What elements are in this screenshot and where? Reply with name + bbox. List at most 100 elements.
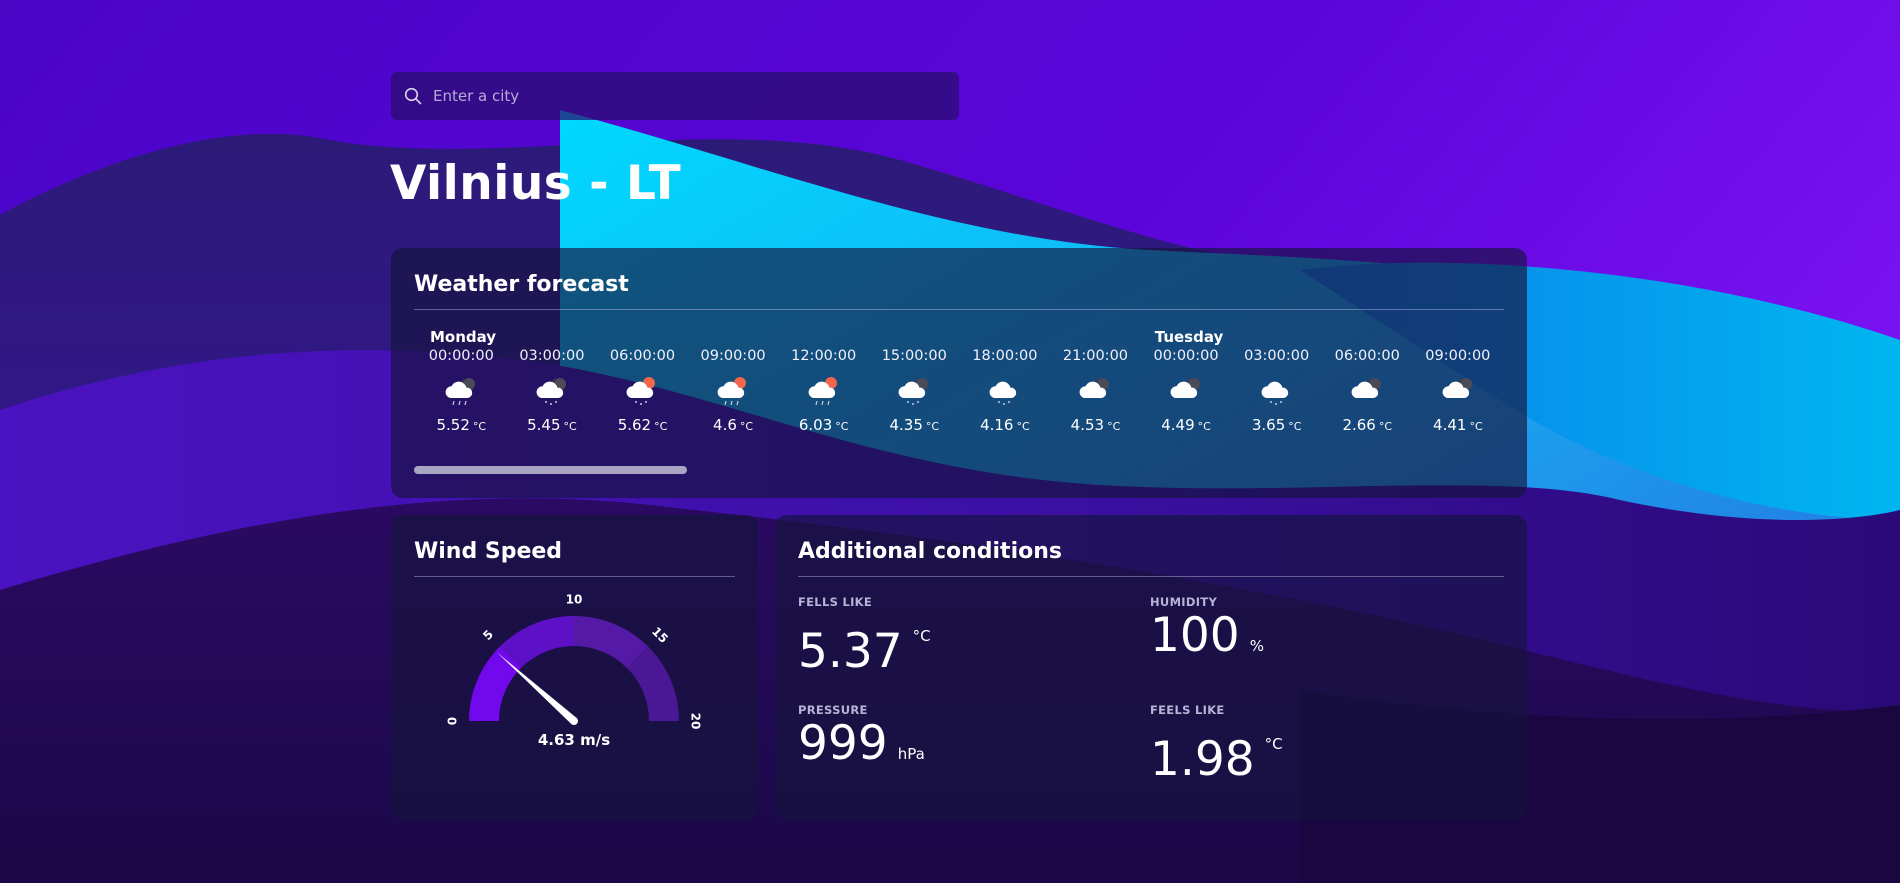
- forecast-scrollbar[interactable]: [414, 466, 1504, 475]
- forecast-temp-row: 4.41 °C: [1413, 416, 1504, 434]
- wind-speed-card: Wind Speed 0 5 10 15 20 4.63 m/s: [391, 515, 758, 820]
- forecast-temp: 4.6: [713, 416, 737, 434]
- forecast-temp: 3.65: [1251, 416, 1286, 434]
- pressure-item: PRESSURE 999 hPa: [798, 703, 925, 781]
- pressure-value-row: 999 hPa: [798, 717, 925, 781]
- cloud-sun-snow-icon: [597, 372, 688, 408]
- cloud-snow-icon: [960, 372, 1051, 408]
- forecast-temp-unit: °C: [1197, 420, 1211, 433]
- forecast-day-label: [597, 328, 688, 348]
- feels-like-value-row: 5.37 °C: [798, 609, 931, 679]
- gauge-tick-label: 10: [566, 593, 583, 607]
- feels-like-2-unit: °C: [1264, 735, 1283, 753]
- forecast-temp: 4.53: [1070, 416, 1105, 434]
- gauge-tick-label: 15: [649, 624, 671, 646]
- humidity-unit: %: [1249, 637, 1264, 655]
- forecast-temp-unit: °C: [925, 420, 940, 433]
- forecast-day-label: [1322, 328, 1413, 348]
- forecast-temp-row: 5.45 °C: [507, 416, 598, 434]
- forecast-day-label: [1231, 328, 1322, 348]
- forecast-slot: 03:00:00 5.45 °C: [507, 328, 598, 434]
- forecast-temp-unit: °C: [739, 420, 754, 433]
- cloud-snow-icon: [1231, 372, 1322, 408]
- forecast-slot: 06:00:00 2.66 °C: [1322, 328, 1413, 434]
- forecast-temp-unit: °C: [1469, 420, 1483, 433]
- cloud-night-icon: [1322, 372, 1413, 408]
- pressure-value: 999: [798, 716, 888, 771]
- forecast-temp-row: 5.52 °C: [416, 416, 507, 434]
- forecast-day-label: [1413, 328, 1504, 348]
- forecast-temp: 6.03: [798, 416, 833, 434]
- forecast-time: 03:00:00: [1244, 348, 1310, 364]
- feels-like-2-value-row: 1.98 °C: [1150, 717, 1283, 787]
- city-search-input[interactable]: [431, 86, 935, 106]
- forecast-time: 21:00:00: [1062, 348, 1129, 364]
- gauge-tick-label: 20: [689, 713, 703, 730]
- forecast-temp: 4.49: [1161, 416, 1195, 434]
- forecast-time: 18:00:00: [972, 348, 1038, 364]
- cloud-night-icon: [1050, 372, 1141, 408]
- forecast-temp-row: 4.35 °C: [869, 416, 960, 434]
- forecast-time: 06:00:00: [1334, 348, 1400, 364]
- pressure-label: PRESSURE: [798, 703, 868, 717]
- forecast-temp-row: 3.65 °C: [1231, 416, 1322, 434]
- weather-forecast-card: Weather forecast Monday 00:00:00 5.52 °C 03:…: [391, 248, 1527, 498]
- search-icon: [403, 86, 423, 106]
- forecast-time: 00:00:00: [428, 348, 494, 364]
- city-title: Vilnius - LT: [390, 156, 682, 211]
- cloud-night-icon: [1141, 372, 1232, 408]
- forecast-temp-unit: °C: [835, 420, 849, 433]
- feels-like-unit: °C: [912, 627, 931, 645]
- search-bar[interactable]: [391, 72, 959, 120]
- feels-like-2-label: FEELS LIKE: [1150, 703, 1225, 717]
- gauge-needle: [497, 652, 577, 724]
- gauge-tick-label: 0: [446, 717, 460, 725]
- cloud-night-snow-icon: [507, 372, 598, 408]
- forecast-day-label: [869, 328, 960, 348]
- forecast-temp-row: 5.62 °C: [597, 416, 688, 434]
- forecast-slot: 06:00:00 5.62 °C: [597, 328, 688, 434]
- forecast-time: 00:00:00: [1153, 348, 1219, 364]
- humidity-item: HUMIDITY 100%: [1150, 595, 1264, 673]
- forecast-day-label: [778, 328, 869, 348]
- forecast-temp-unit: °C: [563, 420, 577, 433]
- wind-speed-value: 4.63 m/s: [538, 731, 610, 749]
- forecast-temp-unit: °C: [472, 420, 487, 433]
- forecast-scrollbar-thumb[interactable]: [414, 466, 687, 474]
- forecast-time: 12:00:00: [791, 348, 857, 364]
- forecast-title: Weather forecast: [414, 272, 1504, 310]
- forecast-day-label: Tuesday: [1154, 328, 1224, 346]
- forecast-temp-row: 6.03 °C: [778, 416, 869, 434]
- forecast-strip[interactable]: Monday 00:00:00 5.52 °C 03:00:00 5.45 °C 06:00:…: [414, 328, 1504, 434]
- feels-like-item: FELLS LIKE 5.37 °C: [798, 595, 931, 679]
- forecast-temp-unit: °C: [1107, 420, 1121, 433]
- wind-gauge: 0 5 10 15 20 4.63 m/s: [446, 593, 703, 750]
- forecast-slot: Monday 00:00:00 5.52 °C: [416, 328, 507, 434]
- forecast-temp-row: 2.66 °C: [1322, 416, 1413, 434]
- forecast-day-label: [507, 328, 598, 348]
- gauge-tick-label: 5: [480, 627, 496, 643]
- forecast-temp-row: 4.6 °C: [688, 416, 779, 434]
- additional-conditions-card: Additional conditions FELLS LIKE 5.37 °C …: [775, 515, 1527, 820]
- cloud-night-snow-icon: [869, 372, 960, 408]
- cloud-sun-rain-icon: [778, 372, 869, 408]
- humidity-value: 100: [1150, 608, 1240, 663]
- cloud-sun-rain-icon: [688, 372, 779, 408]
- forecast-temp: 4.41: [1433, 416, 1467, 434]
- forecast-temp-row: 4.49 °C: [1141, 416, 1232, 434]
- forecast-slot: 12:00:00 6.03 °C: [778, 328, 869, 434]
- forecast-day-label: [688, 328, 779, 348]
- feels-like-value: 5.37: [798, 624, 903, 679]
- humidity-label: HUMIDITY: [1150, 595, 1218, 609]
- forecast-temp: 2.66: [1342, 416, 1376, 434]
- forecast-slot: 09:00:00 4.41 °C: [1413, 328, 1504, 434]
- forecast-temp: 4.16: [980, 416, 1014, 434]
- forecast-time: 03:00:00: [519, 348, 585, 364]
- feels-like-label: FELLS LIKE: [798, 595, 873, 609]
- forecast-slot: Tuesday 00:00:00 4.49 °C: [1141, 328, 1232, 434]
- forecast-temp-unit: °C: [1378, 420, 1393, 433]
- forecast-day-label: [1050, 328, 1141, 348]
- forecast-temp: 4.35: [889, 416, 923, 434]
- forecast-time: 09:00:00: [1425, 348, 1491, 364]
- forecast-temp: 5.62: [617, 416, 652, 434]
